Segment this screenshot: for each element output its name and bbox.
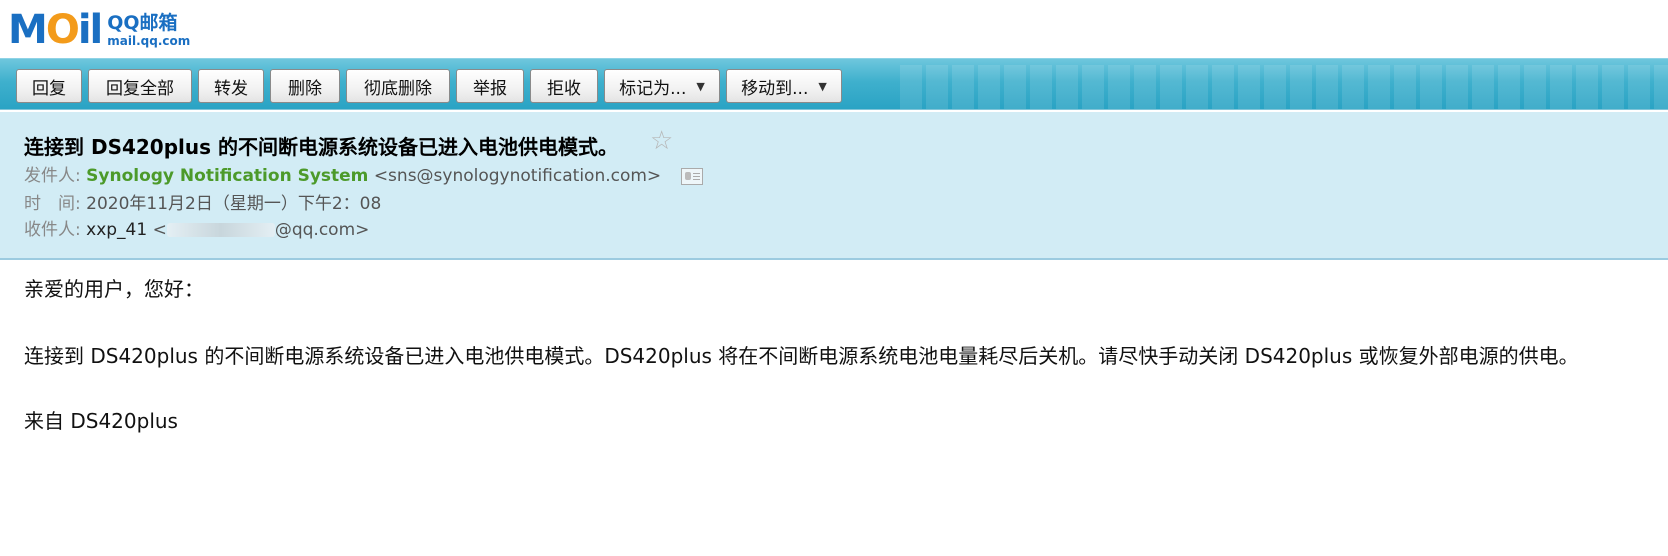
mail-subject: 连接到 DS420plus 的不间断电源系统设备已进入电池供电模式。	[24, 135, 618, 159]
move-to-dropdown[interactable]: 移动到... ▼	[726, 69, 842, 103]
logo-name: QQ邮箱	[107, 12, 178, 34]
mail-message: 连接到 DS420plus 的不间断电源系统设备已进入电池供电模式。DS420p…	[24, 344, 1579, 368]
qq-mail-logo[interactable]: M Oil QQ邮箱 mail.qq.com	[8, 6, 190, 54]
star-icon[interactable]: ☆	[650, 126, 673, 156]
to-row: 收件人: xxp_41 < @qq.com>	[24, 215, 369, 240]
sender-address[interactable]: <sns@synologynotification.com>	[374, 166, 661, 186]
mail-logo-mark: M Oil	[8, 7, 103, 53]
contact-card-icon[interactable]	[680, 167, 703, 185]
permanent-delete-button[interactable]: 彻底删除	[346, 69, 450, 103]
time-value: 2020年11月2日（星期一）下午2：08	[86, 194, 382, 214]
redacted-address	[166, 223, 275, 237]
delete-button[interactable]: 删除	[270, 69, 340, 103]
sender-name[interactable]: Synology Notification System	[86, 166, 368, 186]
toolbar-pattern	[900, 65, 1668, 109]
chevron-down-icon: ▼	[696, 79, 705, 93]
report-button[interactable]: 举报	[456, 69, 524, 103]
from-label: 发件人:	[24, 166, 81, 186]
recipient-name[interactable]: xxp_41	[86, 220, 147, 240]
reply-all-button[interactable]: 回复全部	[88, 69, 192, 103]
chevron-down-icon: ▼	[818, 79, 827, 93]
mark-as-dropdown[interactable]: 标记为... ▼	[604, 69, 720, 103]
logo-url: mail.qq.com	[107, 34, 191, 48]
time-label: 时 间:	[24, 194, 81, 214]
recipient-address[interactable]: < @qq.com>	[153, 220, 370, 240]
mail-greeting: 亲爱的用户，您好：	[24, 277, 204, 301]
mail-signature: 来自 DS420plus	[24, 409, 178, 433]
mail-toolbar: 回复 回复全部 转发 删除 彻底删除 举报 拒收 标记为... ▼ 移动到... ▼	[0, 58, 1668, 110]
forward-button[interactable]: 转发	[198, 69, 264, 103]
reject-button[interactable]: 拒收	[530, 69, 598, 103]
reply-button[interactable]: 回复	[16, 69, 82, 103]
to-label: 收件人:	[24, 220, 81, 240]
mail-header: 连接到 DS420plus 的不间断电源系统设备已进入电池供电模式。 ☆ 发件人…	[0, 112, 1668, 260]
time-row: 时 间: 2020年11月2日（星期一）下午2：08	[24, 189, 381, 214]
from-row: 发件人: Synology Notification System <sns@s…	[24, 161, 703, 186]
